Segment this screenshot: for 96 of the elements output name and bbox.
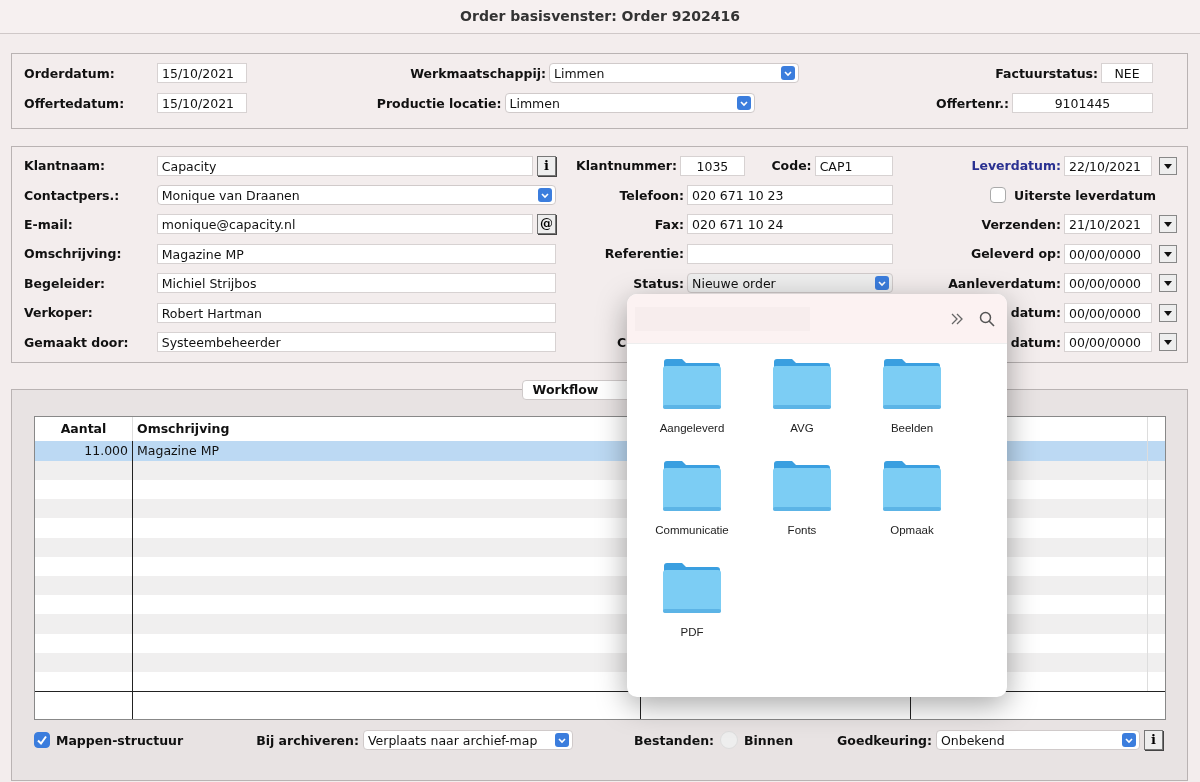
- folder-name[interactable]: Communicatie: [655, 524, 729, 536]
- text-field[interactable]: Magazine MP: [156, 243, 556, 264]
- chevron-icon[interactable]: [538, 188, 552, 203]
- field-label: Verkoper:: [24, 305, 94, 321]
- dropdown-arrow-button[interactable]: [1159, 244, 1177, 263]
- chevron-icon[interactable]: [736, 96, 751, 110]
- column-header[interactable]: Omschrijving: [137, 421, 230, 436]
- table-cell: Magazine MP: [137, 443, 219, 458]
- dropdown-arrow-button[interactable]: [1159, 156, 1177, 175]
- text-field[interactable]: Systeembeheerder: [156, 332, 556, 353]
- field-label: Referentie:: [603, 246, 685, 262]
- field-label: datum:: [1010, 334, 1062, 350]
- field-label: Werkmaatschappij:: [409, 65, 547, 81]
- dropdown[interactable]: Monique van Draanen: [156, 185, 556, 206]
- email-button[interactable]: @: [537, 214, 556, 235]
- field-label: Leverdatum:: [971, 158, 1062, 174]
- folder-name[interactable]: AVG: [790, 422, 814, 434]
- folder-name[interactable]: Opmaak: [890, 524, 934, 536]
- text-field[interactable]: Capacity: [156, 155, 534, 176]
- folder-icon[interactable]: [772, 460, 832, 512]
- field-label: Fax:: [653, 216, 685, 232]
- text-field[interactable]: monique@capacity.nl: [156, 214, 534, 235]
- text-field[interactable]: CAP1: [814, 155, 893, 176]
- table-cell: 11.000: [84, 443, 128, 458]
- text-field[interactable]: 15/10/2021: [157, 63, 247, 83]
- chevron-icon[interactable]: [875, 276, 889, 291]
- date-field[interactable]: 00/00/0000: [1064, 243, 1152, 264]
- date-field[interactable]: 00/00/0000: [1064, 273, 1152, 294]
- dropdown[interactable]: Onbekend: [936, 730, 1140, 750]
- field-label: Klantnaam:: [24, 158, 107, 174]
- field-label: Goedkeuring:: [837, 732, 932, 748]
- field-label: Status:: [632, 275, 686, 291]
- dropdown[interactable]: Limmen: [504, 93, 755, 113]
- field-label: Bij archiveren:: [256, 732, 359, 748]
- checkbox-label: Mappen-structuur: [56, 732, 184, 748]
- folder-icon[interactable]: [772, 358, 832, 410]
- field-label: Productie locatie:: [375, 95, 503, 111]
- field-label: Begeleider:: [24, 275, 107, 291]
- field-label: E-mail:: [24, 216, 74, 232]
- chevron-icon[interactable]: [555, 733, 569, 747]
- dropdown-arrow-button[interactable]: [1159, 215, 1177, 234]
- text-field[interactable]: 020 671 10 24: [687, 214, 893, 235]
- field-label: datum:: [1010, 305, 1062, 321]
- field-label: Offertenr.:: [935, 95, 1010, 111]
- field-label: Verzenden:: [981, 216, 1062, 232]
- dropdown[interactable]: Limmen: [549, 63, 799, 83]
- field-label: Geleverd op:: [970, 246, 1062, 262]
- text-field[interactable]: 020 671 10 23: [687, 185, 893, 206]
- folder-icon[interactable]: [662, 460, 722, 512]
- dropdown-arrow-button[interactable]: [1159, 303, 1177, 322]
- text-field[interactable]: 15/10/2021: [157, 93, 247, 113]
- dropdown-arrow-button[interactable]: [1159, 274, 1177, 293]
- info-button[interactable]: i: [537, 155, 556, 176]
- folder-name[interactable]: Beelden: [890, 422, 934, 434]
- field-label: Factuurstatus:: [994, 65, 1099, 81]
- date-field[interactable]: 00/00/0000: [1064, 302, 1152, 323]
- text-field[interactable]: NEE: [1101, 63, 1153, 83]
- field-label: Contactpers.:: [24, 187, 121, 203]
- checkbox-label: Uiterste leverdatum: [1014, 187, 1157, 203]
- text-field[interactable]: [687, 243, 893, 264]
- folder-icon[interactable]: [662, 358, 722, 410]
- folder-name[interactable]: Fonts: [787, 524, 817, 536]
- field-label: Bestanden:: [634, 732, 715, 748]
- field-label: Orderdatum:: [24, 65, 116, 81]
- folder-icon[interactable]: [882, 358, 942, 410]
- field-label: C: [616, 334, 627, 350]
- folder-icon[interactable]: [662, 562, 722, 614]
- field-label: Aanleverdatum:: [948, 275, 1062, 291]
- search-icon[interactable]: [979, 310, 995, 327]
- folder-name[interactable]: PDF: [680, 626, 704, 638]
- chevron-icon[interactable]: [781, 66, 795, 80]
- dropdown[interactable]: Nieuwe order: [687, 273, 893, 294]
- chevron-icon[interactable]: [1122, 733, 1136, 747]
- text-field[interactable]: 1035: [679, 155, 745, 176]
- field-label: Omschrijving:: [24, 246, 123, 262]
- text-field[interactable]: 9101445: [1012, 93, 1153, 113]
- field-label: Telefoon:: [618, 187, 685, 203]
- date-field[interactable]: 22/10/2021: [1064, 155, 1152, 176]
- radio-label: Binnen: [744, 732, 794, 748]
- column-header[interactable]: Aantal: [60, 421, 107, 436]
- date-field[interactable]: 21/10/2021: [1064, 214, 1152, 235]
- info-button[interactable]: i: [1144, 730, 1163, 750]
- field-label: Offertedatum:: [24, 95, 126, 111]
- folder-name[interactable]: Aangeleverd: [659, 422, 725, 434]
- checkbox[interactable]: [990, 187, 1006, 204]
- dropdown[interactable]: Verplaats naar archief-map: [363, 730, 573, 750]
- field-label: Code:: [770, 158, 813, 174]
- text-field[interactable]: Robert Hartman: [156, 302, 556, 323]
- field-label: Klantnummer:: [575, 158, 678, 174]
- dropdown-arrow-button[interactable]: [1159, 333, 1177, 352]
- checkmark-icon: [36, 734, 48, 746]
- checkbox[interactable]: [34, 732, 50, 748]
- date-field[interactable]: 00/00/0000: [1064, 332, 1152, 353]
- folder-icon[interactable]: [882, 460, 942, 512]
- text-field[interactable]: Michiel Strijbos: [156, 273, 556, 294]
- field-label: Gemaakt door:: [24, 334, 130, 350]
